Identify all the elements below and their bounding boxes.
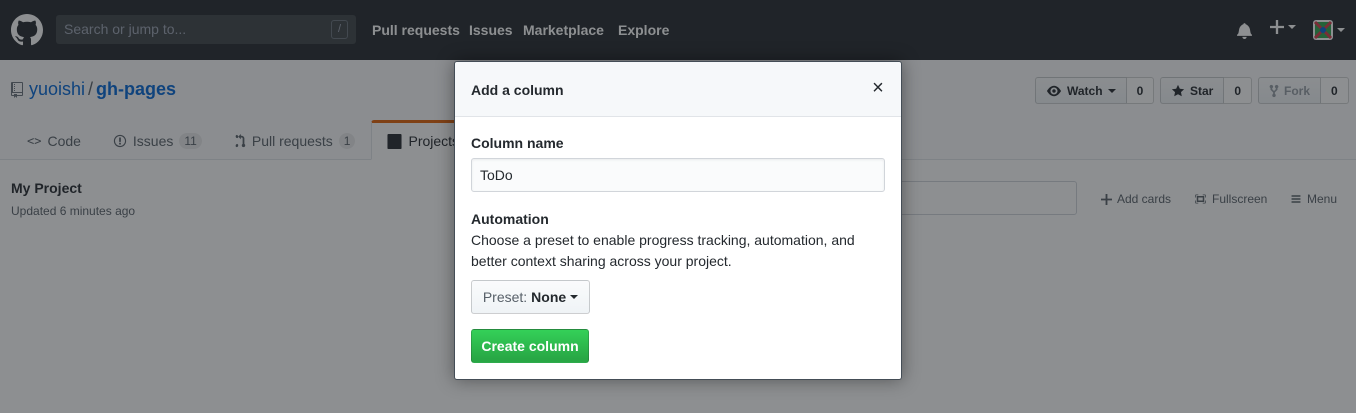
preset-value: None [531, 289, 567, 305]
automation-label: Automation [471, 211, 549, 227]
preset-dropdown[interactable]: Preset: None [471, 280, 590, 314]
column-name-input[interactable] [471, 158, 885, 192]
preset-label: Preset: [482, 289, 528, 305]
add-column-dialog: Add a column × Column name Automation Ch… [454, 61, 902, 380]
close-icon[interactable]: × [869, 78, 887, 98]
column-name-label: Column name [471, 135, 564, 151]
automation-description: Choose a preset to enable progress track… [471, 232, 855, 269]
dialog-title: Add a column [471, 82, 564, 98]
dialog-header: Add a column × [455, 62, 901, 117]
chevron-down-icon [570, 295, 579, 299]
create-column-button[interactable]: Create column [471, 329, 589, 363]
